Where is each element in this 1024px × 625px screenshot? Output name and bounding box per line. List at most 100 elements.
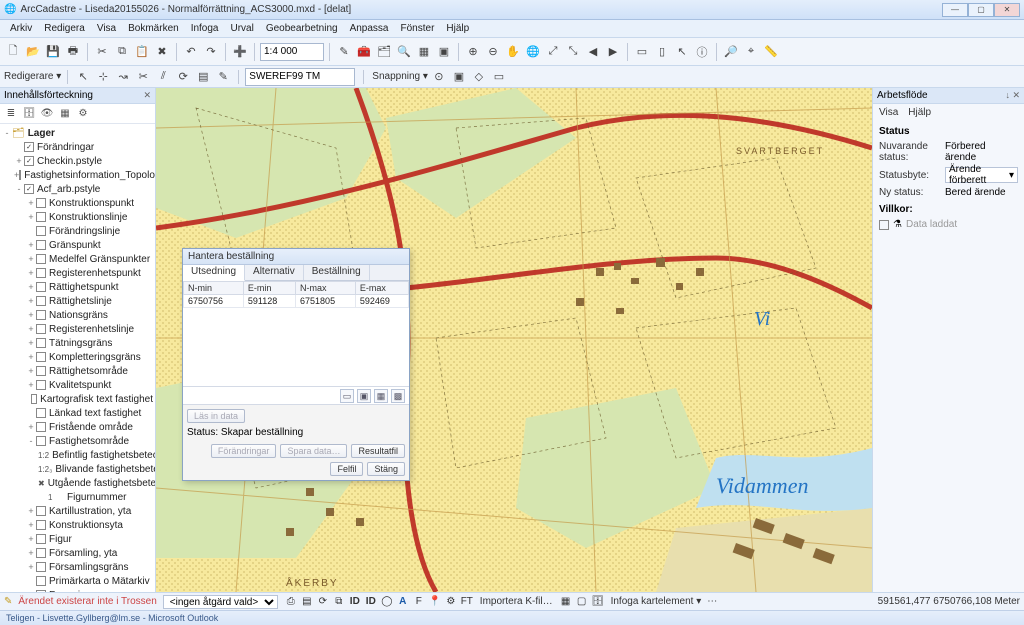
fixed-zoom-out-icon[interactable]: ⤡ [564, 43, 582, 61]
tree-node[interactable]: 1Figurnummer [2, 490, 153, 504]
dialog-title[interactable]: Hantera beställning [183, 249, 409, 265]
full-extent-icon[interactable]: 🌐 [524, 43, 542, 61]
measure-icon[interactable]: 📏 [762, 43, 780, 61]
menu-geobearbetning[interactable]: Geobearbetning [260, 21, 344, 36]
tree-node[interactable]: +Gränspunkt [2, 238, 153, 252]
toolbox-icon[interactable]: 🧰 [355, 43, 373, 61]
reshape-icon[interactable]: ↝ [114, 68, 132, 86]
zoom-out-icon[interactable]: ⊖ [484, 43, 502, 61]
delete-icon[interactable]: ✖ [153, 43, 171, 61]
sb-icon-more[interactable]: ⋯ [707, 596, 717, 607]
tree-node[interactable]: +Nationsgräns [2, 308, 153, 322]
tree-node[interactable]: +Församlingsgräns [2, 560, 153, 574]
tab-alternativ[interactable]: Alternativ [245, 265, 304, 280]
tree-node[interactable]: +Tätningsgräns [2, 336, 153, 350]
sb-icon-a[interactable]: A [396, 595, 410, 609]
sb-icon-id2[interactable]: ID [364, 595, 378, 609]
taskbar-item-outlook[interactable]: Teligen - Lisvette.Gyllberg@lm.se - Micr… [6, 613, 218, 623]
tree-node[interactable]: +Registerenhetspunkt [2, 266, 153, 280]
tree-node[interactable]: ✖Utgående fastighetsbeteckning [2, 476, 153, 490]
tree-node[interactable]: Förändringslinje [2, 224, 153, 238]
sb-icon-circle[interactable]: ◯ [380, 595, 394, 609]
pencil-icon[interactable]: ✎ [4, 596, 12, 607]
tree-node[interactable]: +Figur [2, 532, 153, 546]
arbetsflode-close-icon[interactable]: ↓ ✕ [1005, 90, 1020, 101]
toc-list-by-source-icon[interactable]: 🗄 [22, 107, 36, 121]
select-elements-icon[interactable]: ↖ [673, 43, 691, 61]
snap-edge-icon[interactable]: ▭ [490, 68, 508, 86]
importera-kfil-button[interactable]: Importera K-fil… [480, 596, 553, 607]
extent-from-layer-icon[interactable]: ▣ [357, 389, 371, 403]
menu-urval[interactable]: Urval [225, 21, 260, 36]
undo-icon[interactable]: ↶ [182, 43, 200, 61]
attributes-icon[interactable]: ▤ [194, 68, 212, 86]
tree-node[interactable]: +Kvalitetspunkt [2, 378, 153, 392]
catalog-icon[interactable]: 🗂 [375, 43, 393, 61]
search-icon[interactable]: 🔍 [395, 43, 413, 61]
sb-icon-db[interactable]: 🗄 [591, 595, 605, 609]
tree-node[interactable]: Primärkarta o Mätarkiv [2, 574, 153, 588]
tree-node[interactable]: +Konstruktionslinje [2, 210, 153, 224]
close-button[interactable]: ✕ [994, 3, 1020, 17]
tree-node[interactable]: +Rättighetspunkt [2, 280, 153, 294]
add-data-icon[interactable]: ➕ [231, 43, 249, 61]
minimize-button[interactable]: — [942, 3, 968, 17]
menu-anpassa[interactable]: Anpassa [344, 21, 395, 36]
tree-node[interactable]: +Församling, yta [2, 546, 153, 560]
toc-list-by-selection-icon[interactable]: ▦ [58, 107, 72, 121]
cut-icon[interactable]: ✂ [93, 43, 111, 61]
tree-node[interactable]: -Fastighetsområde [2, 434, 153, 448]
tree-node[interactable]: +Fastighetsinformation_Topologi [2, 168, 153, 182]
edit-vertices-icon[interactable]: ⊹ [94, 68, 112, 86]
toc-list-by-visibility-icon[interactable]: 👁 [40, 107, 54, 121]
tree-node[interactable]: Länkad text fastighet [2, 406, 153, 420]
redigerare-dropdown[interactable]: Redigerare ▾ [4, 71, 61, 82]
data-laddat-checkbox[interactable] [879, 220, 889, 230]
tree-node[interactable]: -✓Acf_arb.pstyle [2, 182, 153, 196]
clear-selection-icon[interactable]: ▯ [653, 43, 671, 61]
tree-node[interactable]: 1:2Befintlig fastighetsbeteckning [2, 448, 153, 462]
snapping-dropdown[interactable]: Snappning ▾ [372, 71, 428, 82]
python-icon[interactable]: ▦ [415, 43, 433, 61]
spara-data-button[interactable]: Spara data… [280, 444, 347, 458]
tab-bestallning[interactable]: Beställning [304, 265, 370, 280]
cut-poly-icon[interactable]: ✂ [134, 68, 152, 86]
sb-icon-box[interactable]: ▢ [575, 595, 589, 609]
toc-close-icon[interactable]: ✕ [143, 90, 151, 101]
map-view[interactable]: Vidammen Vi ÅKERBY SVARTBERGET Hantera b… [156, 88, 872, 592]
sb-icon-1[interactable]: ⎙ [284, 595, 298, 609]
new-file-icon[interactable]: 🗋 [4, 43, 22, 61]
sb-icon-2[interactable]: ▤ [300, 595, 314, 609]
sb-icon-ft[interactable]: FT [460, 595, 474, 609]
menu-redigera[interactable]: Redigera [38, 21, 91, 36]
tree-node[interactable]: ✓Förändringar [2, 140, 153, 154]
tree-node[interactable]: +Rättighetslinje [2, 294, 153, 308]
select-features-icon[interactable]: ▭ [633, 43, 651, 61]
extent-zoom-icon[interactable]: ▩ [391, 389, 405, 403]
tree-node[interactable]: +Kartillustration, yta [2, 504, 153, 518]
crs-combobox[interactable] [245, 68, 355, 86]
model-icon[interactable]: ▣ [435, 43, 453, 61]
statusbyte-combobox[interactable]: Ärende förberett▾ [945, 167, 1018, 183]
zoom-in-icon[interactable]: ⊕ [464, 43, 482, 61]
fixed-zoom-in-icon[interactable]: ⤢ [544, 43, 562, 61]
stang-button[interactable]: Stäng [367, 462, 405, 476]
tree-root[interactable]: -🗂Lager [2, 126, 153, 140]
copy-icon[interactable]: ⧉ [113, 43, 131, 61]
sb-icon-gear[interactable]: ⚙ [444, 595, 458, 609]
scale-combobox[interactable] [260, 43, 324, 61]
tree-node[interactable]: +✓Checkin.pstyle [2, 154, 153, 168]
tree-node[interactable]: +Rättighetsområde [2, 364, 153, 378]
toc-list-by-drawing-icon[interactable]: ≣ [4, 107, 18, 121]
pan-icon[interactable]: ✋ [504, 43, 522, 61]
toc-options-icon[interactable]: ⚙ [76, 107, 90, 121]
infoga-kartelement-dropdown[interactable]: Infoga kartelement ▾ [611, 596, 702, 607]
rpanel-menu-hjalp[interactable]: Hjälp [908, 107, 931, 118]
snap-vertex-icon[interactable]: ◇ [470, 68, 488, 86]
menu-visa[interactable]: Visa [91, 21, 122, 36]
tree-node[interactable]: Fornminne [2, 588, 153, 592]
tree-node[interactable]: +Konstruktionspunkt [2, 196, 153, 210]
rotate-icon[interactable]: ⟳ [174, 68, 192, 86]
redo-icon[interactable]: ↷ [202, 43, 220, 61]
extent-delete-icon[interactable]: ▦ [374, 389, 388, 403]
